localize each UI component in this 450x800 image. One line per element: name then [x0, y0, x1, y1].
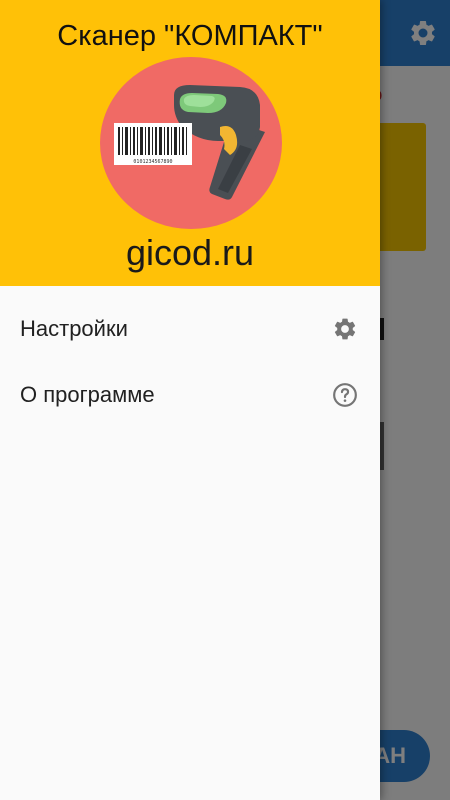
drawer-menu: Настройки О программе	[0, 296, 380, 428]
barcode-scanner-logo: 0101234567890	[114, 85, 265, 200]
app-logo: 0101234567890	[100, 57, 282, 229]
website-label: gicod.ru	[125, 232, 255, 273]
menu-item-settings[interactable]: Настройки	[0, 296, 380, 362]
drawer-header: Сканер "КОМПАКТ" 0101234567890 gicod.ru	[0, 0, 380, 286]
help-circle-icon	[333, 383, 357, 407]
menu-item-label: Настройки	[20, 316, 128, 341]
barcode-digits: 0101234567890	[133, 159, 172, 165]
menu-item-about[interactable]: О программе	[0, 362, 380, 428]
navigation-drawer: Сканер "КОМПАКТ" 0101234567890 gicod.ru …	[0, 0, 380, 800]
app-title: Сканер "КОМПАКТ"	[57, 20, 323, 52]
gear-icon	[334, 318, 356, 340]
menu-item-label: О программе	[20, 382, 155, 407]
